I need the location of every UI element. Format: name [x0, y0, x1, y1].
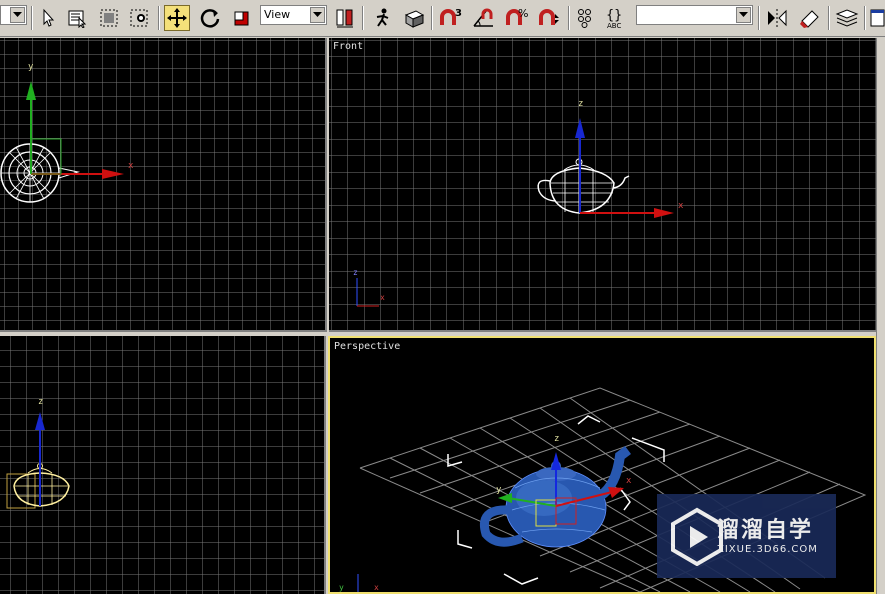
undo-dropdown[interactable]: [0, 5, 27, 25]
cursor-arrow-icon: [43, 8, 55, 27]
layer-manager-button[interactable]: [834, 5, 860, 31]
viewport-label: Perspective: [334, 341, 401, 352]
rectangular-selection-button[interactable]: [96, 5, 122, 31]
axis-label-z: z: [578, 99, 583, 109]
toolbar-separator: [158, 6, 160, 30]
select-and-rotate-button[interactable]: [197, 5, 223, 31]
tripod-label-x: x: [380, 293, 385, 302]
watermark: 溜溜自学 ZIXUE.3D66.COM: [657, 494, 836, 578]
watermark-url: ZIXUE.3D66.COM: [717, 544, 818, 555]
reference-coordinate-value: View: [264, 8, 291, 21]
percent-snap-toggle-button[interactable]: %: [504, 5, 530, 31]
named-selection-set-dropdown[interactable]: [636, 5, 753, 25]
percent-snap-icon: %: [506, 7, 528, 25]
selection-rectangle-icon: [100, 9, 118, 27]
toolbar-separator: [362, 6, 364, 30]
toolbar-separator: [568, 6, 570, 30]
axis-label-z: z: [38, 397, 43, 407]
angle-snap-toggle-button[interactable]: [471, 5, 497, 31]
use-pivot-center-button[interactable]: [332, 5, 358, 31]
percent-sign: %: [518, 7, 528, 20]
toolbar-separator: [758, 6, 760, 30]
chevron-down-icon: [10, 7, 25, 23]
select-and-move-button[interactable]: [164, 5, 190, 31]
move-arrows-icon: [167, 8, 187, 28]
axis-label-y: y: [496, 485, 502, 495]
spinner-snap-icon: [539, 9, 559, 25]
reference-coordinate-system-dropdown[interactable]: View: [260, 5, 327, 25]
pivot-center-icon: [336, 9, 353, 28]
align-button[interactable]: [797, 5, 823, 31]
toolbar-separator: [431, 6, 433, 30]
mirror-button[interactable]: [764, 5, 790, 31]
bind-space-warp-button[interactable]: [401, 5, 427, 31]
axis-label-y: y: [28, 62, 34, 72]
named-selection-icon: [578, 9, 591, 28]
layers-icon: [835, 9, 859, 27]
axis-label-x: x: [128, 161, 134, 171]
select-and-scale-button[interactable]: [229, 5, 255, 31]
viewport-left[interactable]: z: [0, 336, 326, 594]
figure-link-icon: [376, 8, 389, 27]
window-crossing-button[interactable]: [127, 5, 153, 31]
svg-text:}: }: [614, 8, 622, 23]
snap-mode-number: 3: [455, 8, 462, 19]
edit-named-selection-button[interactable]: [574, 5, 600, 31]
top-view-canvas: y x: [0, 38, 325, 330]
toolbar-separator: [31, 6, 33, 30]
scale-icon: [234, 11, 249, 26]
window-crossing-icon: [130, 9, 148, 27]
viewport-front[interactable]: z x z x Front: [329, 38, 876, 332]
rotate-icon: [200, 9, 220, 28]
world-axis-tripod: y x: [339, 574, 379, 592]
tripod-label-x: x: [374, 583, 379, 592]
axis-label-x: x: [626, 476, 632, 486]
tripod-label-y: y: [339, 583, 344, 592]
watermark-title: 溜溜自学: [717, 518, 814, 543]
command-panel-edge[interactable]: [876, 38, 885, 594]
toolbar-separator: [828, 6, 830, 30]
axis-label-z: z: [554, 434, 559, 444]
abc-brace-icon: {}ABC: [606, 8, 622, 30]
named-selection-sets-button[interactable]: {} ABC: [605, 5, 631, 31]
curve-editor-icon: [870, 9, 884, 27]
align-icon: [800, 10, 819, 28]
angle-snap-icon: [473, 8, 493, 27]
list-select-icon: [68, 10, 87, 28]
main-toolbar: View 3 % {} ABC: [0, 0, 885, 37]
viewport-label: Front: [333, 41, 364, 52]
chevron-down-icon: [310, 7, 325, 23]
snaps-toggle-button[interactable]: 3: [438, 5, 464, 31]
box-3d-icon: [404, 10, 425, 28]
tripod-label-z: z: [353, 268, 358, 277]
select-and-link-button[interactable]: [369, 5, 395, 31]
front-view-canvas: z x z x: [329, 38, 876, 330]
curve-editor-button[interactable]: [868, 5, 885, 31]
mirror-icon: [768, 9, 787, 27]
chevron-down-icon: [736, 7, 751, 23]
spinner-snap-toggle-button[interactable]: [537, 5, 563, 31]
svg-text:ABC: ABC: [607, 22, 621, 30]
viewport-top[interactable]: y x: [0, 38, 327, 332]
toolbar-separator: [864, 6, 866, 30]
magnet-snap-icon: 3: [440, 8, 462, 25]
axis-label-x: x: [678, 201, 684, 211]
select-by-name-button[interactable]: [64, 5, 90, 31]
left-view-canvas: z: [0, 336, 324, 594]
select-object-button[interactable]: [35, 5, 61, 31]
